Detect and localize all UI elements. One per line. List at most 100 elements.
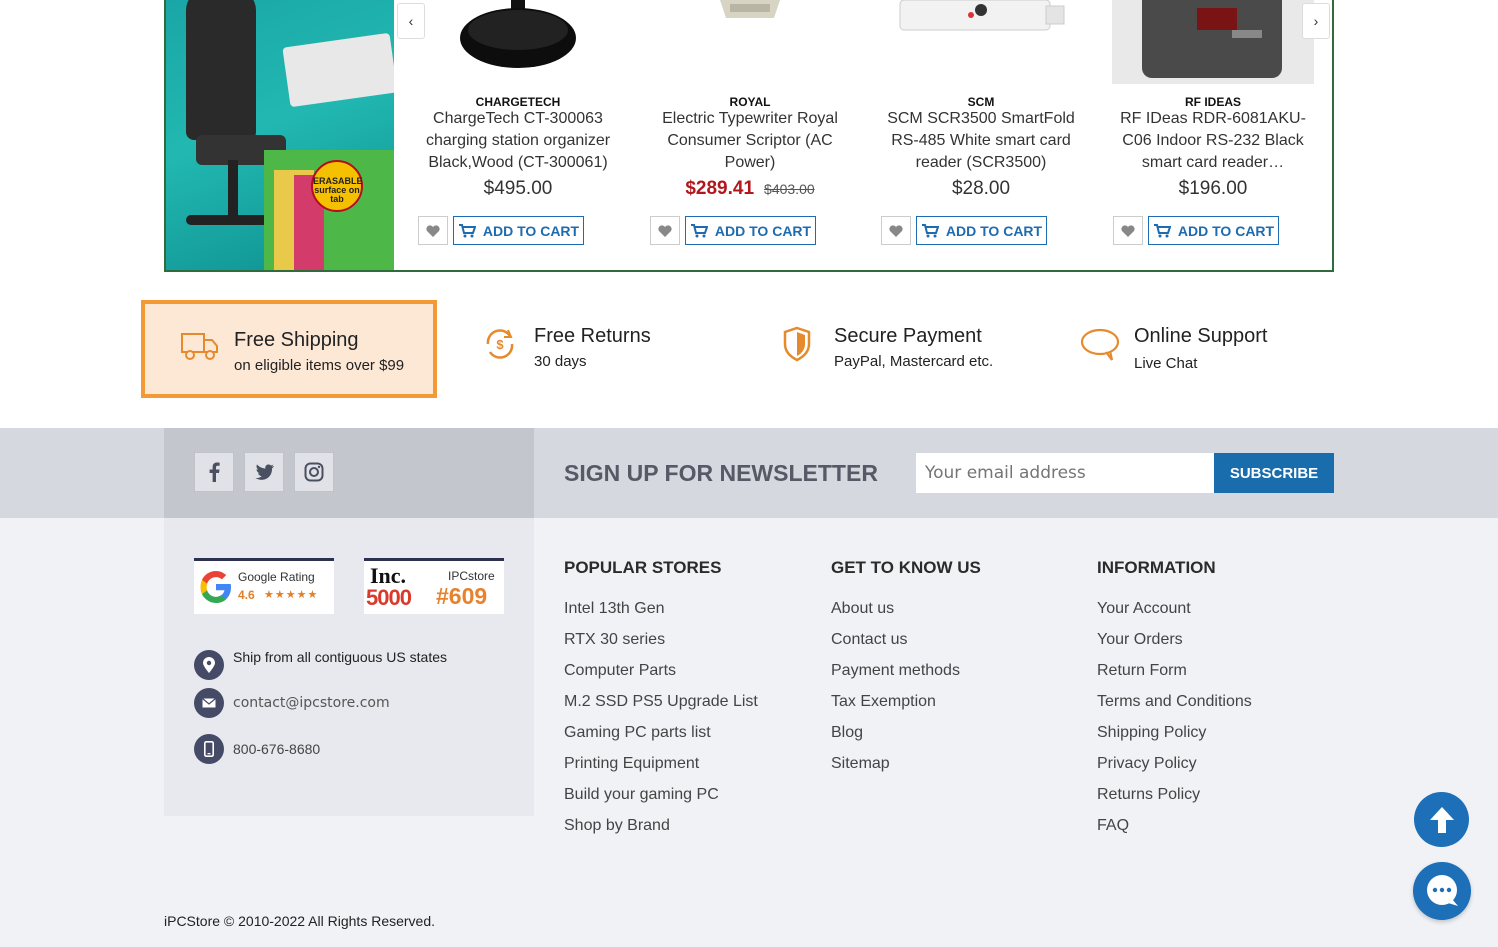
footer-link[interactable]: Contact us	[831, 631, 907, 649]
feature-title: Secure Payment	[834, 325, 982, 347]
footer-link[interactable]: M.2 SSD PS5 Upgrade List	[564, 693, 758, 711]
wishlist-button[interactable]	[881, 216, 911, 245]
footer-link[interactable]: FAQ	[1097, 817, 1129, 835]
ship-text: Ship from all contiguous US states	[233, 649, 447, 665]
add-to-cart-button[interactable]: ADD TO CART	[685, 216, 816, 245]
facebook-link[interactable]	[194, 452, 234, 492]
twitter-link[interactable]	[244, 452, 284, 492]
product-price: $196.00	[1178, 178, 1248, 199]
footer-link[interactable]: Gaming PC parts list	[564, 724, 711, 742]
google-rating-label: Google Rating	[238, 570, 315, 584]
product-card: SCM SCM SCR3500 SmartFold RS-485 White s…	[865, 0, 1097, 270]
product-card: CHARGETECH ChargeTech CT-300063 charging…	[402, 0, 634, 270]
footer-link[interactable]: About us	[831, 600, 894, 618]
product-image[interactable]	[453, 0, 583, 80]
phone-icon	[194, 734, 224, 764]
popular-stores-heading: POPULAR STORES	[564, 558, 722, 577]
product-title[interactable]: ChargeTech CT-300063 charging station or…	[414, 108, 622, 174]
back-to-top-button[interactable]	[1414, 792, 1469, 847]
phone-info[interactable]: 800-676-8680	[194, 734, 320, 764]
chat-bubble-icon	[1080, 328, 1120, 361]
product-card: ROYAL Electric Typewriter Royal Consumer…	[634, 0, 866, 270]
footer-link[interactable]: Build your gaming PC	[564, 786, 719, 804]
add-to-cart-button[interactable]: ADD TO CART	[453, 216, 584, 245]
footer-link[interactable]: Blog	[831, 724, 863, 742]
cart-icon	[1153, 223, 1171, 237]
product-image[interactable]	[896, 0, 1066, 40]
newsletter-email-input[interactable]	[916, 453, 1214, 493]
feature-subtitle: on eligible items over $99	[234, 357, 405, 374]
email-info[interactable]: contact@ipcstore.com	[194, 688, 390, 718]
truck-icon	[181, 333, 218, 360]
inc-label: IPCstore	[448, 569, 495, 583]
location-icon	[194, 650, 224, 680]
email-link[interactable]: contact@ipcstore.com	[233, 695, 390, 711]
footer-link[interactable]: Sitemap	[831, 755, 890, 773]
product-image[interactable]	[1112, 0, 1314, 84]
feature-free-returns[interactable]: $ Free Returns 30 days	[478, 300, 748, 398]
google-logo-icon	[200, 571, 231, 603]
heart-icon	[426, 224, 440, 237]
footer-link[interactable]: Your Account	[1097, 600, 1191, 618]
subscribe-button[interactable]: SUBSCRIBE	[1214, 453, 1334, 493]
calculator-image	[282, 32, 394, 108]
returns-icon: $	[486, 329, 514, 359]
product-title[interactable]: SCM SCR3500 SmartFold RS-485 White smart…	[877, 108, 1085, 174]
feature-secure-payment[interactable]: Secure Payment PayPal, Mastercard etc.	[778, 300, 1058, 398]
inc-number: 5000	[366, 585, 412, 610]
chevron-left-icon: ‹	[408, 13, 414, 29]
product-price: $289.41 $403.00	[685, 178, 815, 199]
footer-link[interactable]: Terms and Conditions	[1097, 693, 1252, 711]
footer-link[interactable]: Printing Equipment	[564, 755, 699, 773]
feature-online-support[interactable]: Online Support Live Chat	[1078, 300, 1334, 398]
get-to-know-us-heading: GET TO KNOW US	[831, 558, 981, 577]
promo-banner[interactable]: ERASABLE surface on tab	[166, 0, 394, 270]
instagram-link[interactable]	[294, 452, 334, 492]
wishlist-button[interactable]	[418, 216, 448, 245]
feature-subtitle: Live Chat	[1134, 355, 1198, 372]
product-price: $495.00	[483, 178, 553, 199]
footer-link[interactable]: Return Form	[1097, 662, 1187, 680]
svg-text:$: $	[496, 337, 504, 352]
product-carousel: ERASABLE surface on tab CHARGETECH Charg…	[164, 0, 1334, 272]
footer-link[interactable]: Shipping Policy	[1097, 724, 1206, 742]
footer-link[interactable]: Returns Policy	[1097, 786, 1200, 804]
footer-link[interactable]: Tax Exemption	[831, 693, 936, 711]
footer-link[interactable]: Your Orders	[1097, 631, 1183, 649]
google-rating-badge[interactable]: Google Rating 4.6 ★★★★★	[194, 558, 334, 614]
footer-link[interactable]: Computer Parts	[564, 662, 676, 680]
inc5000-badge[interactable]: Inc. 5000 IPCstore #609	[364, 558, 504, 614]
twitter-icon	[255, 464, 274, 480]
feature-title: Free Returns	[534, 325, 651, 347]
product-price: $28.00	[951, 178, 1011, 199]
product-image[interactable]	[700, 0, 800, 30]
product-title[interactable]: Electric Typewriter Royal Consumer Scrip…	[646, 108, 854, 174]
information-heading: INFORMATION	[1097, 558, 1216, 577]
live-chat-button[interactable]	[1413, 862, 1471, 920]
carousel-prev-button[interactable]: ‹	[397, 3, 425, 39]
feature-free-shipping[interactable]: Free Shipping on eligible items over $99	[141, 300, 437, 398]
wishlist-button[interactable]	[650, 216, 680, 245]
cart-icon	[458, 223, 476, 237]
phone-link[interactable]: 800-676-8680	[233, 741, 320, 757]
add-to-cart-button[interactable]: ADD TO CART	[1148, 216, 1279, 245]
product-brand: ROYAL	[729, 95, 771, 109]
heart-icon	[1121, 224, 1135, 237]
wishlist-button[interactable]	[1113, 216, 1143, 245]
instagram-icon	[304, 462, 324, 482]
carousel-next-button[interactable]: ›	[1302, 3, 1330, 39]
chevron-right-icon: ›	[1313, 13, 1319, 29]
cart-icon	[690, 223, 708, 237]
chair-image	[186, 0, 256, 140]
footer-link[interactable]: Shop by Brand	[564, 817, 670, 835]
facebook-icon	[209, 462, 220, 482]
feature-subtitle: 30 days	[534, 353, 587, 370]
product-brand: RF IDEAS	[1184, 95, 1241, 109]
product-title[interactable]: RF IDeas RDR-6081AKU-C06 Indoor RS-232 B…	[1109, 108, 1317, 174]
copyright: iPCStore © 2010-2022 All Rights Reserved…	[164, 913, 436, 929]
footer-link[interactable]: Payment methods	[831, 662, 960, 680]
footer-link[interactable]: Intel 13th Gen	[564, 600, 665, 618]
footer-link[interactable]: RTX 30 series	[564, 631, 665, 649]
footer-link[interactable]: Privacy Policy	[1097, 755, 1197, 773]
add-to-cart-button[interactable]: ADD TO CART	[916, 216, 1047, 245]
